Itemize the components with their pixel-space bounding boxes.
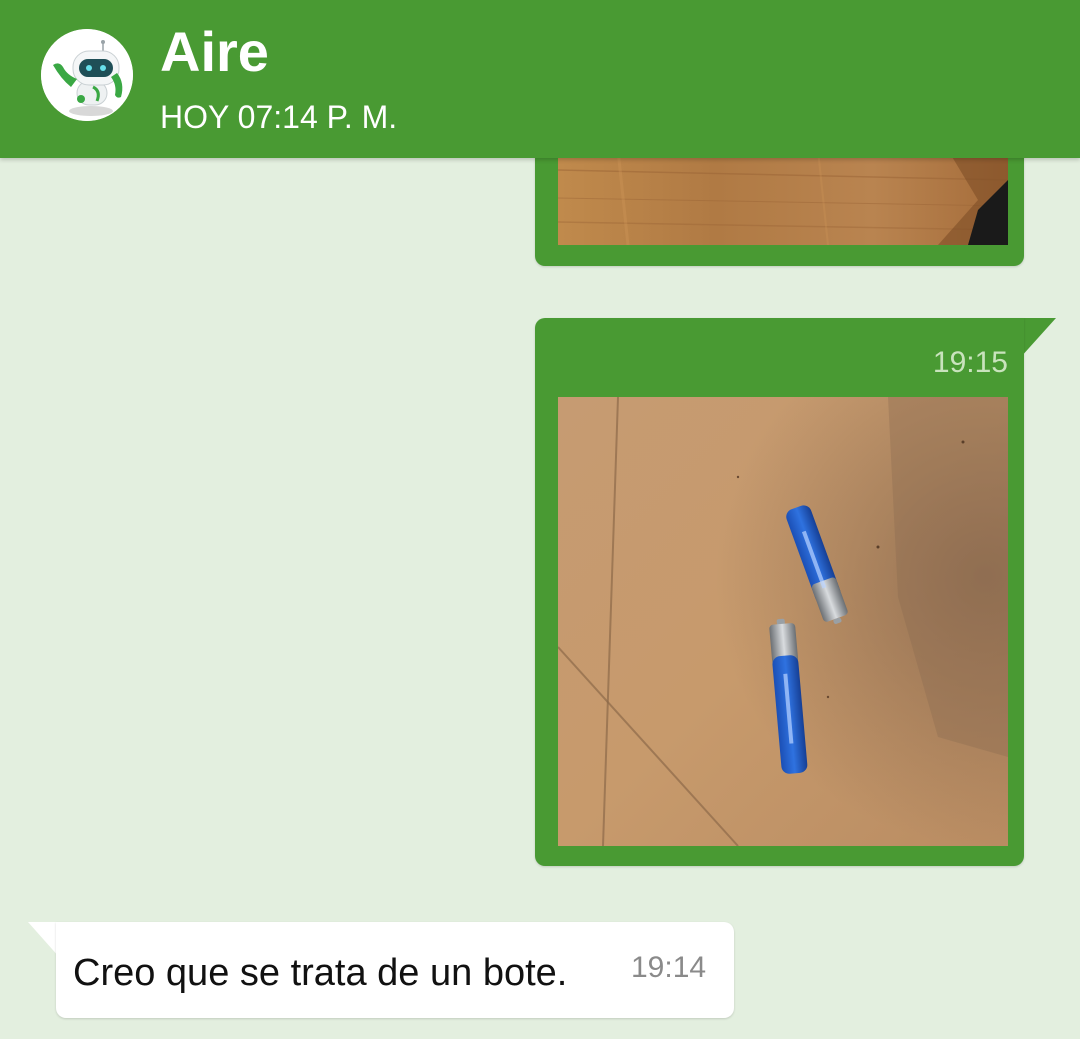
contact-avatar[interactable] [41, 29, 133, 121]
outgoing-image-bubble[interactable]: 19:15 [535, 318, 1024, 866]
robot-mascot-icon [41, 29, 133, 121]
contact-name[interactable]: Aire [160, 24, 269, 80]
chat-header: Aire HOY 07:14 P. M. [0, 0, 1080, 158]
bubble-tail [1020, 318, 1056, 358]
message-photo[interactable] [558, 150, 1008, 245]
message-time: 19:15 [932, 346, 1008, 379]
contact-status: HOY 07:14 P. M. [160, 99, 398, 135]
message-photo[interactable] [558, 397, 1008, 846]
incoming-message-bubble[interactable]: Creo que se trata de un bote. 19:14 [56, 922, 734, 1018]
message-time: 19:14 [631, 951, 707, 984]
message-text: Creo que se trata de un bote. [73, 952, 568, 994]
